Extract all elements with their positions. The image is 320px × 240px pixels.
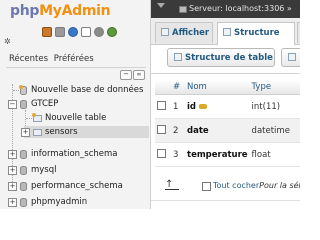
tree-item-performance-schema[interactable]: performance_schema (31, 181, 123, 191)
column-header-type[interactable]: Type (249, 80, 300, 95)
tree-item-gtcep[interactable]: GTCEP (31, 99, 58, 109)
expand-icon[interactable]: + (21, 128, 30, 137)
tab-favorites[interactable]: Préférées (54, 54, 94, 64)
arrow-line (165, 189, 179, 190)
tab-afficher[interactable]: Afficher (155, 22, 213, 43)
tree-item-selected-highlight (24, 126, 149, 138)
row-select-cell (155, 142, 171, 167)
help-icon[interactable] (68, 27, 78, 37)
new-database-icon (19, 85, 27, 95)
collapse-all-button[interactable]: − (120, 70, 132, 80)
column-header-num[interactable]: # (171, 80, 185, 95)
column-header-name[interactable]: Nom (185, 80, 250, 95)
row-number: 3 (171, 142, 185, 167)
column-type: float (249, 142, 300, 167)
relation-icon (288, 53, 296, 61)
chevron-down-icon[interactable] (157, 3, 165, 8)
breadcrumb-server[interactable]: Serveur: localhost:3306 » (189, 4, 292, 13)
settings-icon[interactable] (94, 27, 104, 37)
column-type: datetime (249, 118, 300, 143)
link-with-main-button[interactable]: ∞ (133, 70, 145, 80)
tree-item-new-database[interactable]: Nouvelle base de données (31, 85, 143, 95)
exit-icon[interactable] (55, 27, 65, 37)
tab-recent[interactable]: Récentes (9, 54, 48, 64)
column-name: temperature (185, 142, 250, 167)
button-label: Structure de table (185, 53, 273, 63)
server-icon (179, 6, 187, 13)
database-icon (20, 100, 27, 109)
row-select-cell (155, 94, 171, 119)
check-all-checkbox[interactable] (202, 182, 211, 191)
table-header-row: # Nom Type (155, 80, 300, 95)
row-number: 1 (171, 94, 185, 119)
relation-view-button[interactable] (281, 48, 300, 67)
with-selected-text: Pour la sél (259, 181, 300, 190)
nav-icon-bar (42, 27, 117, 37)
expand-icon[interactable]: + (8, 150, 17, 159)
top-tab-bar: Afficher Structure (151, 18, 300, 45)
expand-icon[interactable]: + (8, 182, 17, 191)
tab-label: Structure (234, 28, 280, 38)
reload-icon[interactable] (107, 27, 117, 37)
home-icon[interactable] (42, 27, 52, 37)
row-checkbox[interactable] (157, 125, 166, 134)
collapse-icon[interactable]: − (8, 100, 17, 109)
tree-item-new-table[interactable]: Nouvelle table (45, 113, 106, 123)
tree-item-phpmyadmin[interactable]: phpmyadmin (31, 197, 87, 207)
table-row: 3 temperature float (155, 142, 300, 167)
loading-spinner-icon: ✲ (4, 37, 11, 46)
column-name: id (187, 101, 196, 112)
row-checkbox[interactable] (157, 101, 166, 110)
tree-item-sensors[interactable]: sensors (45, 127, 78, 137)
recent-favorites-tabs: Récentes Préférées (9, 54, 94, 64)
table-structure-icon (174, 53, 182, 61)
table-icon (33, 129, 42, 136)
divider (151, 200, 300, 201)
tab-label: Afficher (172, 28, 210, 38)
docs-icon[interactable] (81, 27, 91, 37)
row-select-cell (155, 118, 171, 143)
column-type: int(11) (249, 94, 300, 119)
row-checkbox[interactable] (157, 149, 166, 158)
table-row: 2 date datetime (155, 118, 300, 143)
server-breadcrumb-bar: Serveur: localhost:3306 » (151, 0, 300, 18)
table-row: 1 id int(11) (155, 94, 300, 119)
check-all-text[interactable]: Tout cocher (213, 181, 259, 190)
divider (151, 73, 300, 74)
tab-overflow[interactable] (297, 22, 300, 43)
phpmyadmin-logo[interactable]: phpMyAdmin (10, 2, 111, 20)
navigation-panel: phpMyAdmin ✲ Récentes Préférées − ∞ Nouv… (0, 0, 151, 209)
structure-icon (223, 28, 231, 36)
new-table-icon (32, 113, 42, 122)
tree-connector (26, 118, 32, 119)
columns-table: # Nom Type 1 id int(11) 2 date datetime … (155, 80, 300, 167)
bulk-action-bar: ↑ Tout cocherPour la sél (155, 180, 300, 194)
column-name: date (185, 118, 250, 143)
tab-structure[interactable]: Structure (217, 22, 295, 45)
browse-icon (161, 28, 169, 36)
expand-icon[interactable]: + (8, 166, 17, 175)
main-panel: Serveur: localhost:3306 » Afficher Struc… (151, 0, 300, 209)
database-icon (20, 166, 27, 175)
tree-item-information-schema[interactable]: information_schema (31, 149, 118, 159)
tree-connector (13, 90, 19, 91)
database-icon (20, 150, 27, 159)
expand-icon[interactable]: + (8, 198, 17, 207)
divider (6, 67, 146, 68)
tree-item-mysql[interactable]: mysql (31, 165, 57, 175)
select-column-header (155, 80, 171, 95)
database-icon (20, 198, 27, 207)
row-name-cell: id (185, 94, 250, 119)
primary-key-icon (199, 103, 207, 109)
check-all-label[interactable]: Tout cocherPour la sél (213, 181, 300, 190)
row-number: 2 (171, 118, 185, 143)
table-structure-button[interactable]: Structure de table (167, 48, 275, 67)
database-icon (20, 182, 27, 191)
